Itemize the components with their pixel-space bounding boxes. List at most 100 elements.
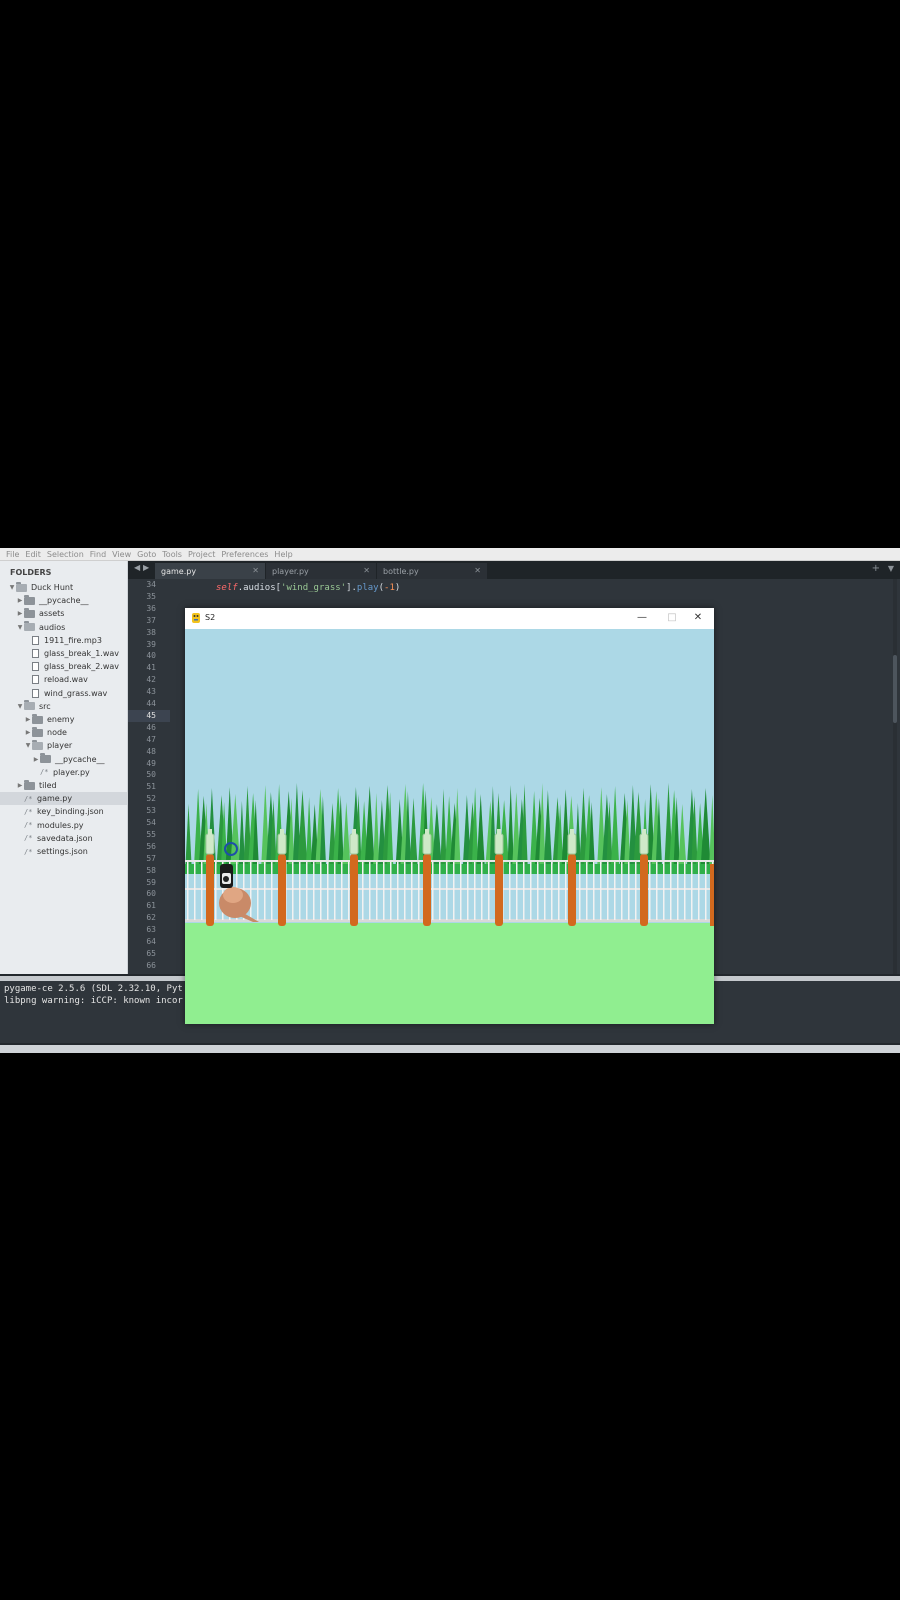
maximize-button[interactable]: □: [662, 611, 682, 625]
collapse-arrow-icon[interactable]: ▶: [16, 610, 24, 617]
tab-bottle-py[interactable]: bottle.py ✕: [377, 563, 487, 579]
line-number: 34: [146, 580, 156, 589]
sidebar-item-reload-wav[interactable]: reload.wav: [0, 673, 127, 686]
sidebar-item-game-py[interactable]: /* game.py: [0, 792, 127, 806]
sidebar-item-key-binding-json[interactable]: /* key_binding.json: [0, 805, 127, 818]
fence-picket: [698, 862, 700, 920]
line-number: 65: [146, 948, 156, 958]
sidebar-item-enemy[interactable]: ▶ enemy: [0, 713, 127, 726]
collapse-arrow-icon[interactable]: ▶: [24, 716, 32, 723]
fence-picket: [306, 862, 308, 920]
sidebar-item-assets[interactable]: ▶ assets: [0, 607, 127, 620]
sidebar-item-label: __pycache__: [55, 754, 105, 764]
close-icon[interactable]: ✕: [252, 566, 259, 575]
tab-scroll-left-icon[interactable]: ◀: [134, 563, 140, 572]
code-line-35[interactable]: self.audios['wind_grass'].play(-1): [216, 583, 400, 593]
tab-menu-icon[interactable]: ▼: [888, 564, 894, 573]
sidebar-item-node[interactable]: ▶ node: [0, 726, 127, 739]
fence-picket: [411, 862, 413, 920]
sidebar-item-player[interactable]: ▼ player: [0, 739, 127, 752]
collapse-arrow-icon[interactable]: ▶: [24, 729, 32, 736]
line-number: 41: [146, 663, 156, 673]
sidebar: FOLDERS ▼ Duck Hunt ▶ __pycache__ ▶ assets ▼ au…: [0, 561, 128, 974]
code-file-icon: /*: [24, 847, 33, 856]
collapse-arrow-icon[interactable]: ▶: [32, 756, 40, 763]
close-button[interactable]: ✕: [688, 611, 708, 625]
fence-picket: [621, 862, 623, 920]
sidebar-item--pycache-[interactable]: ▶ __pycache__: [0, 753, 127, 766]
close-icon[interactable]: ✕: [474, 566, 481, 575]
editor-scroll-thumb[interactable]: [893, 655, 897, 723]
line-number: 66: [146, 960, 156, 970]
sidebar-item-settings-json[interactable]: /* settings.json: [0, 845, 127, 858]
fence-picket: [439, 862, 441, 920]
pygame-window[interactable]: S2 — □ ✕: [185, 608, 714, 1024]
menu-bar: File Edit Selection Find View Goto Tools Projec…: [0, 548, 900, 561]
tab-scroll-right-icon[interactable]: ▶: [143, 563, 149, 572]
expand-arrow-icon[interactable]: ▼: [16, 703, 24, 710]
fence-picket: [383, 862, 385, 920]
fence-picket: [264, 862, 266, 920]
menu-find[interactable]: Find: [90, 550, 106, 559]
sidebar-item-src[interactable]: ▼ src: [0, 700, 127, 713]
menu-goto[interactable]: Goto: [137, 550, 156, 559]
new-tab-icon[interactable]: +: [872, 563, 880, 574]
menu-file[interactable]: File: [6, 550, 19, 559]
fence-post: [640, 854, 648, 926]
sidebar-item-tiled[interactable]: ▶ tiled: [0, 779, 127, 792]
line-number: 60: [146, 889, 156, 899]
fence-post: [350, 854, 358, 926]
sidebar-item-modules-py[interactable]: /* modules.py: [0, 819, 127, 832]
tab-player-py[interactable]: player.py ✕: [266, 563, 376, 579]
fence-picket: [341, 862, 343, 920]
fence-picket: [299, 862, 301, 920]
tab-game-py[interactable]: game.py ✕: [155, 563, 265, 579]
line-number: 57: [146, 853, 156, 863]
sidebar-item-player-py[interactable]: /* player.py: [0, 766, 127, 779]
tab-label: game.py: [161, 566, 197, 576]
expand-arrow-icon[interactable]: ▼: [16, 624, 24, 631]
menu-view[interactable]: View: [112, 550, 131, 559]
fence-picket: [474, 862, 476, 920]
fence-picket: [397, 862, 399, 920]
sidebar-item-label: wind_grass.wav: [44, 688, 108, 698]
editor-scrollbar[interactable]: [893, 579, 897, 974]
sidebar-item-wind-grass-wav[interactable]: wind_grass.wav: [0, 687, 127, 700]
menu-preferences[interactable]: Preferences: [221, 550, 268, 559]
menu-project[interactable]: Project: [188, 550, 215, 559]
sidebar-item-1911-fire-mp3[interactable]: 1911_fire.mp3: [0, 634, 127, 647]
menu-edit[interactable]: Edit: [25, 550, 41, 559]
sidebar-item-glass-break-2-wav[interactable]: glass_break_2.wav: [0, 660, 127, 673]
game-canvas[interactable]: [185, 629, 714, 1024]
code-file-icon: /*: [24, 834, 33, 843]
collapse-arrow-icon[interactable]: ▶: [16, 597, 24, 604]
sidebar-item-glass-break-1-wav[interactable]: glass_break_1.wav: [0, 647, 127, 660]
bottle-neck: [425, 829, 429, 835]
fence-picket: [418, 862, 420, 920]
sidebar-item-label: settings.json: [37, 847, 88, 856]
expand-arrow-icon[interactable]: ▼: [24, 742, 32, 749]
fence-picket: [481, 862, 483, 920]
sidebar-item-savedata-json[interactable]: /* savedata.json: [0, 832, 127, 845]
console-line: libpng warning: iCCP: known incor: [4, 996, 183, 1006]
fence-picket: [187, 862, 189, 920]
menu-help[interactable]: Help: [274, 550, 292, 559]
line-number: 54: [146, 818, 156, 827]
collapse-arrow-icon[interactable]: ▶: [16, 782, 24, 789]
sidebar-item-audios[interactable]: ▼ audios: [0, 621, 127, 634]
sidebar-item--pycache-[interactable]: ▶ __pycache__: [0, 594, 127, 607]
line-number: 50: [146, 770, 156, 780]
close-icon[interactable]: ✕: [363, 566, 370, 575]
expand-arrow-icon[interactable]: ▼: [8, 584, 16, 591]
line-number: 43: [146, 687, 156, 697]
fence-picket: [649, 862, 651, 920]
minimize-button[interactable]: —: [632, 611, 652, 625]
menu-selection[interactable]: Selection: [47, 550, 84, 559]
sidebar-item-duck-hunt[interactable]: ▼ Duck Hunt: [0, 581, 127, 594]
menu-tools[interactable]: Tools: [162, 550, 182, 559]
fence-picket: [250, 862, 252, 920]
game-window-titlebar[interactable]: S2 — □ ✕: [185, 608, 714, 629]
console-line: pygame-ce 2.5.6 (SDL 2.32.10, Pyt: [4, 984, 183, 994]
fence-picket: [201, 862, 203, 920]
fence-picket: [446, 862, 448, 920]
